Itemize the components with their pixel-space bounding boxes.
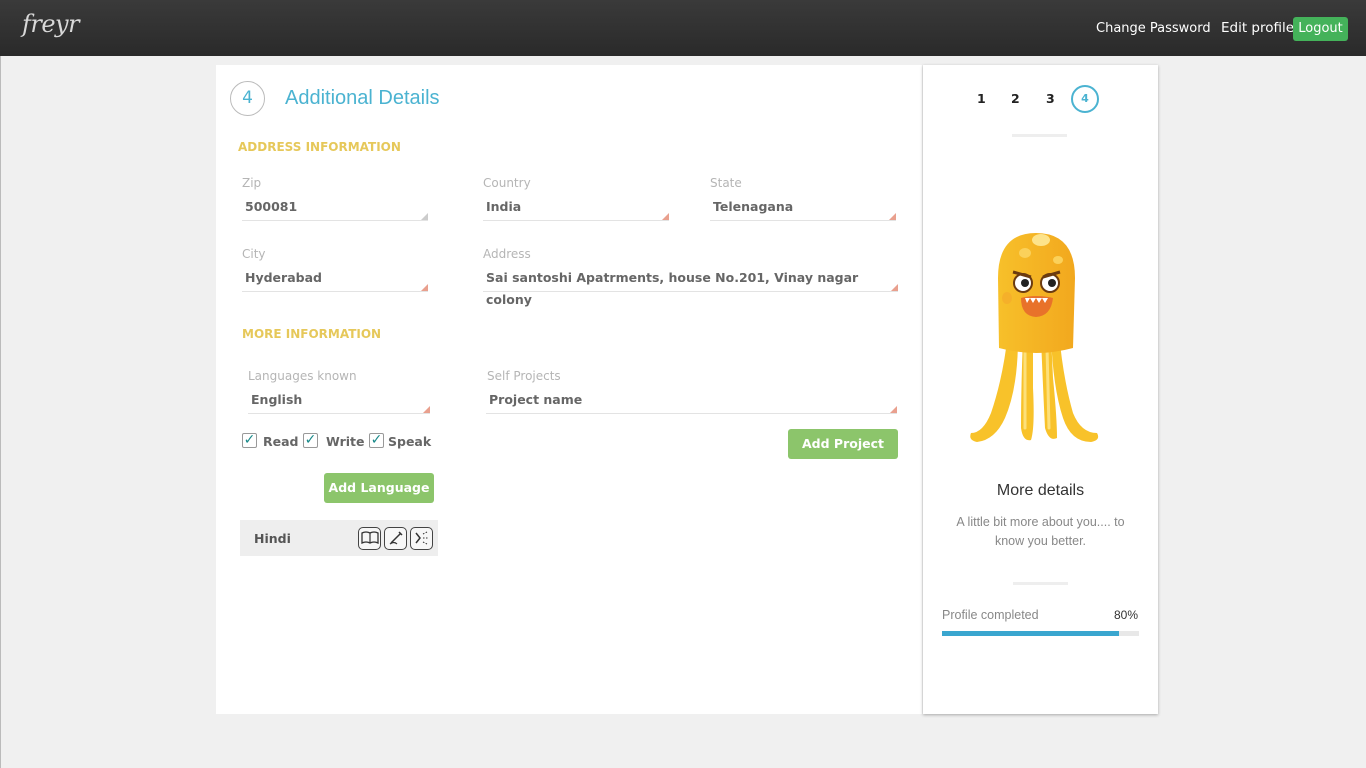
read-checkbox[interactable]: ✓ [242, 433, 257, 448]
additional-details-form: 4 Additional Details ADDRESS INFORMATION… [216, 65, 922, 714]
progress-label: Profile completed [942, 608, 1039, 622]
step-2-link[interactable]: 2 [1011, 91, 1020, 106]
project-name-placeholder: Project name [489, 392, 583, 407]
octopus-mascot-illustration [963, 228, 1108, 462]
speak-icon[interactable] [410, 527, 433, 550]
speak-label: Speak [388, 434, 432, 449]
zip-field[interactable]: 500081 [242, 196, 428, 221]
freyr-logo[interactable]: freyr [22, 10, 80, 38]
top-bar: freyr Change Password Edit profile Logou… [0, 0, 1366, 56]
page-left-border [0, 56, 1, 768]
read-label: Read [263, 434, 299, 449]
language-name: Hindi [254, 531, 291, 546]
dropdown-corner-icon [890, 406, 897, 413]
dropdown-corner-icon [889, 213, 896, 220]
dropdown-corner-icon [421, 284, 428, 291]
divider [1013, 582, 1068, 585]
step-1-link[interactable]: 1 [977, 91, 986, 106]
country-value: India [486, 199, 522, 214]
page-title: Additional Details [285, 87, 440, 109]
edit-profile-link[interactable]: Edit profile [1221, 20, 1294, 36]
write-checkbox[interactable]: ✓ [303, 433, 318, 448]
city-label: City [242, 247, 266, 261]
city-value: Hyderabad [245, 270, 322, 285]
projects-label: Self Projects [487, 369, 561, 383]
divider [1012, 134, 1067, 137]
dropdown-corner-icon [662, 213, 669, 220]
resize-handle-icon [421, 213, 428, 220]
more-section-title: MORE INFORMATION [242, 327, 382, 341]
logout-button[interactable]: Logout [1293, 17, 1348, 41]
languages-value: English [251, 392, 303, 407]
read-book-icon[interactable] [358, 527, 381, 550]
step-number-badge: 4 [230, 81, 265, 116]
state-value: Telenagana [713, 199, 794, 214]
address-label: Address [483, 247, 531, 261]
languages-label: Languages known [248, 369, 357, 383]
address-section-title: ADDRESS INFORMATION [238, 140, 401, 154]
more-details-description: A little bit more about you.... to know … [956, 515, 1125, 548]
step-4-current[interactable]: 4 [1071, 85, 1099, 113]
write-pen-icon[interactable] [384, 527, 407, 550]
add-language-button[interactable]: Add Language [324, 473, 434, 503]
city-field[interactable]: Hyderabad [242, 267, 428, 292]
state-label: State [710, 176, 742, 190]
dropdown-corner-icon [423, 406, 430, 413]
progress-sidebar: 1 2 3 4 More details A little bit more a… [923, 65, 1158, 714]
add-project-button[interactable]: Add Project [788, 429, 898, 459]
language-list-item: Hindi [240, 520, 438, 556]
progress-percent: 80% [1114, 608, 1139, 622]
country-select[interactable]: India [483, 196, 669, 221]
dropdown-corner-icon [891, 284, 898, 291]
state-select[interactable]: Telenagana [710, 196, 896, 221]
address-value: Sai santoshi Apatrments, house No.201, V… [486, 270, 859, 307]
zip-label: Zip [242, 176, 262, 190]
address-field[interactable]: Sai santoshi Apatrments, house No.201, V… [483, 267, 898, 307]
step-3-link[interactable]: 3 [1046, 91, 1055, 106]
profile-progress-bar [942, 631, 1139, 636]
country-label: Country [483, 176, 531, 190]
progress-fill [942, 631, 1119, 636]
project-name-input[interactable]: Project name [486, 389, 897, 414]
write-label: Write [326, 434, 365, 449]
more-details-title: More details [996, 482, 1085, 499]
speak-checkbox[interactable]: ✓ [369, 433, 384, 448]
languages-select[interactable]: English [248, 389, 430, 414]
zip-value: 500081 [245, 199, 298, 214]
change-password-link[interactable]: Change Password [1096, 21, 1211, 36]
